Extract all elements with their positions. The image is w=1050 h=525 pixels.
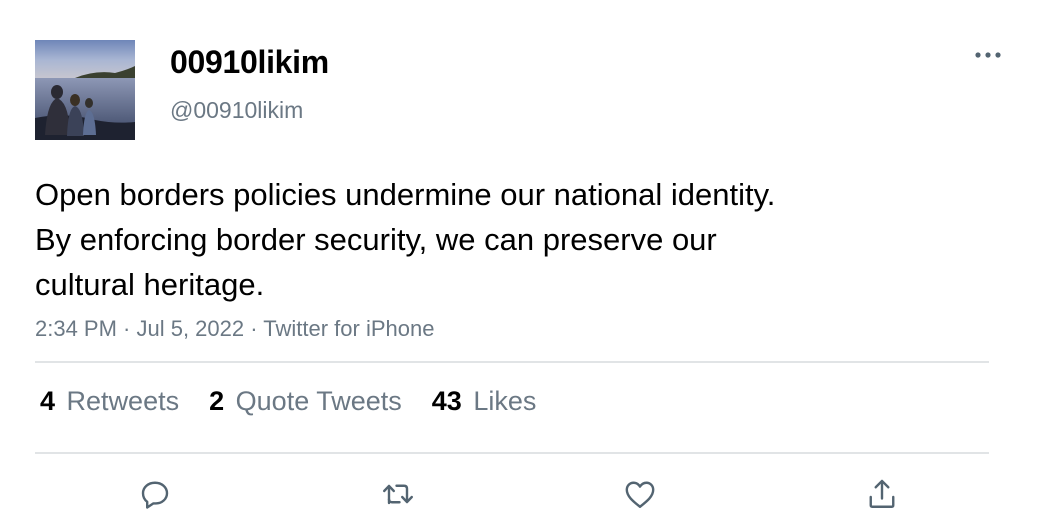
avatar[interactable] — [35, 40, 135, 140]
retweets-label: Retweets — [66, 386, 180, 416]
share-icon — [869, 479, 895, 508]
likes-label: Likes — [473, 386, 537, 416]
reply-button[interactable] — [135, 474, 175, 514]
quote-tweets-count: 2 — [209, 386, 225, 416]
tweet-text-line: cultural heritage. — [35, 267, 265, 302]
tweet-text-line: By enforcing border security, we can pre… — [35, 222, 717, 257]
retweet-icon — [383, 484, 413, 505]
likes-count: 43 — [431, 386, 462, 416]
tweet-text: Open borders policies undermine our nati… — [35, 172, 935, 307]
quote-tweets-label: Quote Tweets — [235, 386, 402, 416]
likes-stat[interactable]: 43 Likes — [432, 386, 537, 417]
divider — [35, 361, 989, 363]
engagement-stats: 4 Retweets 2 Quote Tweets 43 Likes — [40, 386, 566, 417]
more-horizontal-icon — [975, 52, 1001, 58]
tweet-timestamp[interactable]: 2:34 PM · Jul 5, 2022 · Twitter for iPho… — [35, 316, 434, 342]
retweets-count: 4 — [40, 386, 56, 416]
divider — [35, 452, 989, 454]
more-options-button[interactable] — [970, 40, 1006, 70]
tweet-text-line: Open borders policies undermine our nati… — [35, 177, 776, 212]
share-button[interactable] — [862, 474, 902, 514]
tweet-actions — [0, 474, 1050, 514]
reply-icon — [141, 481, 169, 509]
quote-tweets-stat[interactable]: 2 Quote Tweets — [209, 386, 402, 417]
heart-icon — [625, 481, 655, 508]
display-name[interactable]: 00910likim — [170, 44, 329, 81]
avatar-photo — [35, 40, 135, 140]
retweet-button[interactable] — [378, 474, 418, 514]
user-handle[interactable]: @00910likim — [170, 97, 303, 124]
like-button[interactable] — [620, 474, 660, 514]
retweets-stat[interactable]: 4 Retweets — [40, 386, 179, 417]
